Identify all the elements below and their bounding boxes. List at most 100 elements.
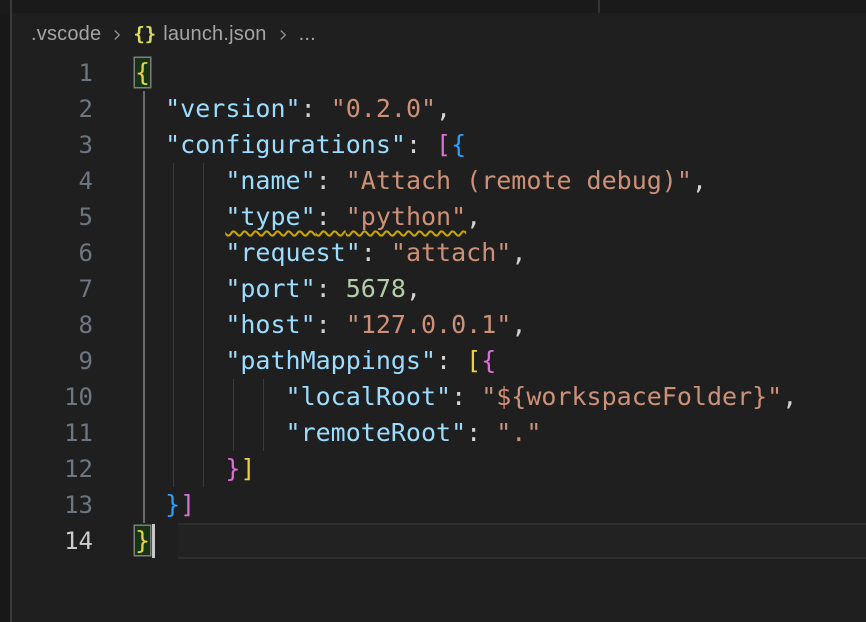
chevron-right-icon — [274, 26, 292, 44]
line-text: }] — [135, 454, 255, 483]
code-token: "Attach (remote debug)" — [346, 166, 692, 195]
line-number[interactable]: 14 — [12, 523, 93, 559]
line-text: "type": "python", — [135, 202, 481, 231]
line-number[interactable]: 11 — [12, 415, 93, 451]
line-text: "port": 5678, — [135, 274, 421, 303]
code-token: } — [225, 454, 240, 483]
chevron-right-icon — [108, 26, 126, 44]
code-token: [ — [436, 130, 451, 159]
code-token: : — [406, 130, 436, 159]
code-token: , — [692, 166, 707, 195]
breadcrumb-folder[interactable]: .vscode — [31, 23, 101, 46]
code-token: "port" — [225, 274, 315, 303]
code-line-content[interactable]: "version": "0.2.0", — [93, 91, 866, 127]
code-line-content[interactable]: }] — [93, 487, 866, 523]
code-token: : — [466, 418, 496, 447]
line-text: "name": "Attach (remote debug)", — [135, 166, 707, 195]
line-text: "configurations": [{ — [135, 130, 466, 159]
line-text: "host": "127.0.0.1", — [135, 310, 526, 339]
code-token: : — [316, 166, 346, 195]
code-token: , — [406, 274, 421, 303]
line-number[interactable]: 8 — [12, 307, 93, 343]
code-line[interactable]: 7 "port": 5678, — [12, 271, 866, 307]
line-text: { — [135, 58, 150, 87]
line-text: } — [135, 526, 150, 555]
line-number[interactable]: 1 — [12, 55, 93, 91]
text-cursor — [152, 524, 155, 558]
code-editor[interactable]: 1{2 "version": "0.2.0",3 "configurations… — [12, 55, 866, 559]
line-number[interactable]: 4 — [12, 163, 93, 199]
breadcrumb-file[interactable]: launch.json — [163, 23, 266, 46]
code-line-content[interactable]: { — [93, 55, 866, 91]
line-number[interactable]: 3 — [12, 127, 93, 163]
code-line[interactable]: 4 "name": "Attach (remote debug)", — [12, 163, 866, 199]
code-token: : — [301, 94, 331, 123]
code-token: : — [361, 238, 391, 267]
sidebar-editor-sash[interactable] — [10, 0, 12, 622]
code-line[interactable]: 9 "pathMappings": [{ — [12, 343, 866, 379]
code-token: { — [451, 130, 466, 159]
code-line[interactable]: 8 "host": "127.0.0.1", — [12, 307, 866, 343]
code-line[interactable]: 2 "version": "0.2.0", — [12, 91, 866, 127]
code-token: , — [436, 94, 451, 123]
line-number[interactable]: 5 — [12, 199, 93, 235]
code-line-content[interactable]: "pathMappings": [{ — [93, 343, 866, 379]
code-token: "." — [496, 418, 541, 447]
tab-bar — [0, 0, 866, 13]
line-number[interactable]: 12 — [12, 451, 93, 487]
editor-pane: .vscode {} launch.json ... 1{2 "version"… — [12, 13, 866, 622]
line-text: "localRoot": "${workspaceFolder}", — [135, 382, 797, 411]
code-line[interactable]: 3 "configurations": [{ — [12, 127, 866, 163]
code-token: : — [316, 202, 346, 231]
code-line[interactable]: 5 "type": "python", — [12, 199, 866, 235]
code-token: "python" — [346, 202, 466, 231]
current-line-highlight — [178, 523, 866, 559]
tab-separator — [598, 0, 600, 13]
code-line-content[interactable]: } — [93, 523, 866, 559]
code-line-content[interactable]: "name": "Attach (remote debug)", — [93, 163, 866, 199]
code-line-content[interactable]: "type": "python", — [93, 199, 866, 235]
breadcrumb-symbol[interactable]: ... — [299, 23, 316, 46]
code-line-content[interactable]: "remoteRoot": "." — [93, 415, 866, 451]
matched-bracket: { — [135, 58, 150, 87]
line-number[interactable]: 7 — [12, 271, 93, 307]
code-line[interactable]: 13 }] — [12, 487, 866, 523]
code-token: : — [451, 382, 481, 411]
code-line-content[interactable]: "localRoot": "${workspaceFolder}", — [93, 379, 866, 415]
code-token: : — [436, 346, 466, 375]
code-line[interactable]: 1{ — [12, 55, 866, 91]
code-token: , — [511, 238, 526, 267]
code-line-content[interactable]: "port": 5678, — [93, 271, 866, 307]
code-line[interactable]: 6 "request": "attach", — [12, 235, 866, 271]
matched-bracket: } — [135, 526, 150, 555]
code-line-content[interactable]: "configurations": [{ — [93, 127, 866, 163]
line-number[interactable]: 10 — [12, 379, 93, 415]
code-line[interactable]: 12 }] — [12, 451, 866, 487]
code-line-content[interactable]: "host": "127.0.0.1", — [93, 307, 866, 343]
code-line-content[interactable]: "request": "attach", — [93, 235, 866, 271]
code-line[interactable]: 11 "remoteRoot": "." — [12, 415, 866, 451]
code-token: 5678 — [346, 274, 406, 303]
code-token: , — [511, 310, 526, 339]
code-token: "127.0.0.1" — [346, 310, 512, 339]
code-token: [ — [466, 346, 481, 375]
breadcrumb: .vscode {} launch.json ... — [12, 13, 866, 55]
line-text: "pathMappings": [{ — [135, 346, 496, 375]
line-number[interactable]: 6 — [12, 235, 93, 271]
code-token: "remoteRoot" — [286, 418, 467, 447]
code-token: ] — [240, 454, 255, 483]
code-line[interactable]: 10 "localRoot": "${workspaceFolder}", — [12, 379, 866, 415]
line-number[interactable]: 9 — [12, 343, 93, 379]
line-text: }] — [135, 490, 195, 519]
code-line[interactable]: 14} — [12, 523, 866, 559]
line-text: "remoteRoot": "." — [135, 418, 541, 447]
code-token: : — [316, 274, 346, 303]
line-number[interactable]: 2 — [12, 91, 93, 127]
code-token: "attach" — [391, 238, 511, 267]
code-token: ] — [180, 490, 195, 519]
code-token: "0.2.0" — [331, 94, 436, 123]
code-token: "configurations" — [165, 130, 406, 159]
line-number[interactable]: 13 — [12, 487, 93, 523]
code-line-content[interactable]: }] — [93, 451, 866, 487]
code-token: "pathMappings" — [225, 346, 436, 375]
